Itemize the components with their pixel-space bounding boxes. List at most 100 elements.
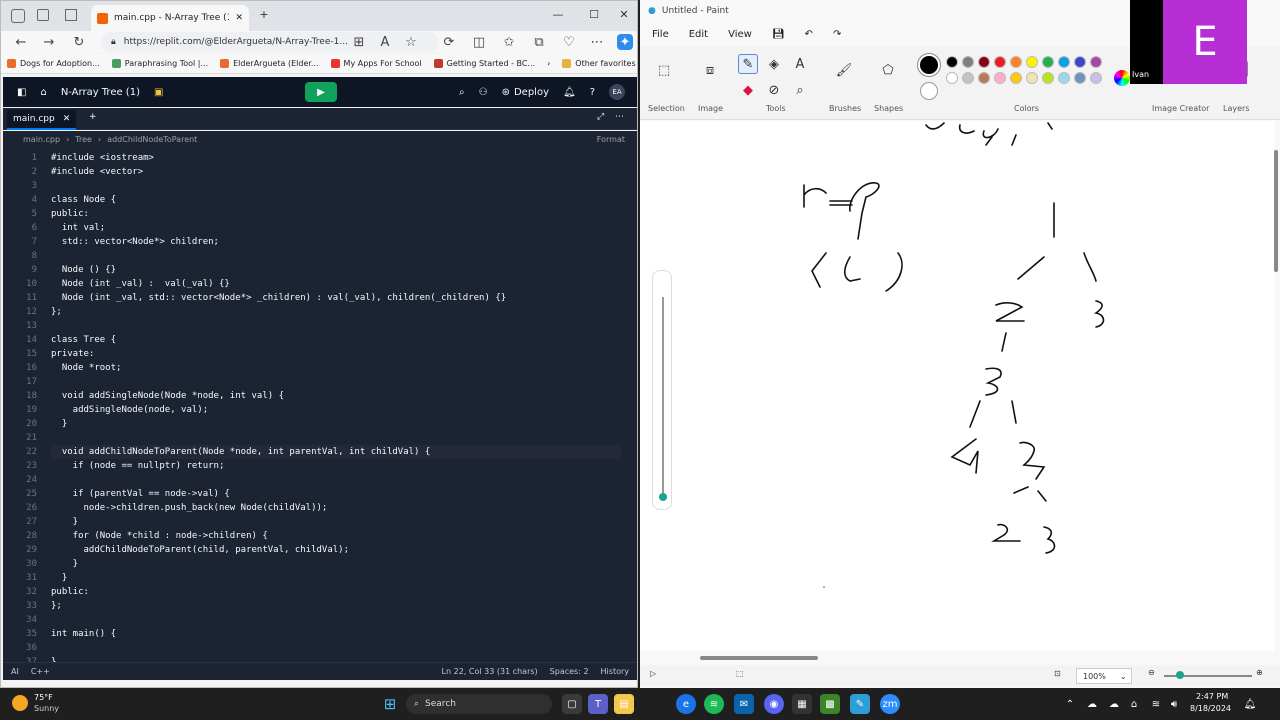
color-swatch[interactable] <box>962 72 974 84</box>
brush-size-slider[interactable] <box>652 270 672 510</box>
zoom-select[interactable]: 100% ⌄ <box>1076 668 1132 684</box>
code-line[interactable]: class Tree { <box>51 333 621 347</box>
edit-colors-icon[interactable] <box>1114 70 1130 86</box>
color-swatch[interactable] <box>978 72 990 84</box>
browser-essentials-icon[interactable]: ♡ <box>561 34 577 50</box>
run-button[interactable]: ▶ <box>305 82 337 102</box>
breadcrumb-item[interactable]: main.cpp <box>23 135 60 144</box>
more-icon[interactable]: ⋯ <box>615 112 624 122</box>
color-swatch[interactable] <box>1026 72 1038 84</box>
canvas-vscrollbar[interactable] <box>1274 150 1278 272</box>
workspaces-icon[interactable] <box>37 9 49 21</box>
ai-button[interactable]: AI <box>11 667 19 676</box>
color-swatch[interactable] <box>1090 72 1102 84</box>
color-swatch[interactable] <box>1026 56 1038 68</box>
discord-icon[interactable]: ◉ <box>764 694 784 714</box>
color-swatch[interactable] <box>1010 56 1022 68</box>
bookmark-item[interactable]: Dogs for Adoption... <box>7 59 100 68</box>
split-screen-icon[interactable]: ◫ <box>471 34 487 50</box>
color-swatch[interactable] <box>1042 56 1054 68</box>
weather-icon[interactable] <box>12 695 28 711</box>
history-button[interactable]: History <box>601 667 629 676</box>
code-line[interactable]: #include <vector> <box>51 165 621 179</box>
edge-icon[interactable]: e <box>676 694 696 714</box>
mail-icon[interactable]: ✉ <box>734 694 754 714</box>
code-editor[interactable]: 1 2 3 4 5 6 7 8 9 10 11 12 13 14 15 16 17 18 19 20 21 22 23 24 2… <box>3 147 637 662</box>
teams-icon[interactable]: T <box>588 694 608 714</box>
code-line[interactable] <box>51 319 621 333</box>
chevron-up-icon[interactable]: ⌃ <box>1060 694 1080 714</box>
fill-icon[interactable]: ◈ <box>764 54 784 74</box>
bookmark-item[interactable]: ElderArgueta (Elder... <box>220 59 319 68</box>
code-line[interactable]: Node (int _val) : val(_val) {} <box>51 277 621 291</box>
code-line[interactable]: } <box>51 515 621 529</box>
code-line[interactable]: int main() { <box>51 627 621 641</box>
maximize-icon[interactable]: ☐ <box>587 7 601 21</box>
close-file-icon[interactable]: ✕ <box>63 114 71 124</box>
code-line[interactable]: #include <iostream> <box>51 151 621 165</box>
fit-window-icon[interactable]: ⊡ <box>1054 669 1061 678</box>
back-icon[interactable]: ← <box>13 34 29 50</box>
wifi-icon[interactable]: ≋ <box>1146 694 1166 714</box>
code-line[interactable]: if (node == nullptr) return; <box>51 459 621 473</box>
text-icon[interactable]: A <box>790 54 810 74</box>
shapes-icon[interactable]: ⬠ <box>878 60 898 80</box>
weather-temp[interactable]: 75°F <box>34 693 53 702</box>
menu-file[interactable]: File <box>652 29 669 40</box>
editor-scrollbar[interactable] <box>621 147 629 662</box>
new-tab-icon[interactable]: + <box>257 7 271 21</box>
close-tab-icon[interactable]: ✕ <box>235 13 243 23</box>
favorites-icon[interactable]: ✩ <box>501 34 517 50</box>
color-swatch[interactable] <box>962 56 974 68</box>
canvas-hscrollbar[interactable] <box>700 656 818 660</box>
magnifier-icon[interactable]: ⌕ <box>790 80 810 100</box>
notifications-icon[interactable]: 🔔︎ <box>563 87 576 98</box>
close-window-icon[interactable]: ✕ <box>617 7 631 21</box>
primary-color[interactable] <box>917 53 941 77</box>
bookmark-item[interactable]: Getting Started - BC... <box>433 59 535 68</box>
code-line[interactable] <box>51 473 621 487</box>
refresh-icon[interactable]: ↻ <box>71 34 87 50</box>
code-line[interactable]: int val; <box>51 221 621 235</box>
code-content[interactable]: #include <iostream> #include <vector> clas… <box>51 151 621 662</box>
code-line[interactable]: std:: vector<Node*> children; <box>51 235 621 249</box>
breadcrumb-item[interactable]: addChildNodeToParent <box>107 135 197 144</box>
code-line[interactable]: private: <box>51 347 621 361</box>
minecraft-icon[interactable]: ▩ <box>820 694 840 714</box>
cloud-icon[interactable]: ☁ <box>1104 694 1124 714</box>
save-icon[interactable]: 💾︎ <box>772 29 785 40</box>
secondary-color[interactable] <box>920 82 938 100</box>
avatar[interactable]: EA <box>609 84 625 100</box>
color-swatch[interactable] <box>1010 72 1022 84</box>
code-line[interactable] <box>51 613 621 627</box>
bookmark-item[interactable]: Paraphrasing Tool |... <box>111 59 208 68</box>
redo-icon[interactable]: ↷ <box>833 29 841 40</box>
notification-bell-icon[interactable]: 🔔︎ <box>1240 694 1260 714</box>
home-icon[interactable]: ⌂ <box>40 87 46 98</box>
task-view-icon[interactable]: ▢ <box>562 694 582 714</box>
color-picker-icon[interactable]: ⊘ <box>764 80 784 100</box>
code-line[interactable] <box>51 431 621 445</box>
help-icon[interactable]: ? <box>590 87 595 98</box>
onedrive-icon[interactable]: ☁ <box>1082 694 1102 714</box>
extensions-icon[interactable]: ⟳ <box>441 34 457 50</box>
file-tab-main-cpp[interactable]: main.cpp ✕ <box>7 110 77 130</box>
profile-icon[interactable] <box>11 9 25 23</box>
code-line[interactable]: public: <box>51 207 621 221</box>
color-swatch[interactable] <box>1074 56 1086 68</box>
favorite-star-icon[interactable]: ☆ <box>403 34 419 50</box>
brush-icon[interactable]: 🖌︎ <box>834 60 854 80</box>
network-icon[interactable]: ⌂ <box>1124 694 1144 714</box>
cursor-position[interactable]: Ln 22, Col 33 (31 chars) <box>442 667 538 676</box>
eraser-icon[interactable]: ◆ <box>738 80 758 100</box>
browser-tab-replit[interactable]: main.cpp - N-Array Tree (1) - Rep ✕ <box>91 5 249 31</box>
read-aloud-icon[interactable]: A <box>377 34 393 50</box>
code-line[interactable]: addSingleNode(node, val); <box>51 403 621 417</box>
menu-edit[interactable]: Edit <box>689 29 708 40</box>
paint-taskbar-icon[interactable]: ✎ <box>850 694 870 714</box>
color-swatch[interactable] <box>946 56 958 68</box>
taskbar-search[interactable]: ⌕ Search <box>406 694 552 714</box>
windows-start-icon[interactable]: ⊞ <box>380 694 400 714</box>
invite-icon[interactable]: ⚇ <box>479 87 488 98</box>
forward-icon[interactable]: → <box>41 34 57 50</box>
